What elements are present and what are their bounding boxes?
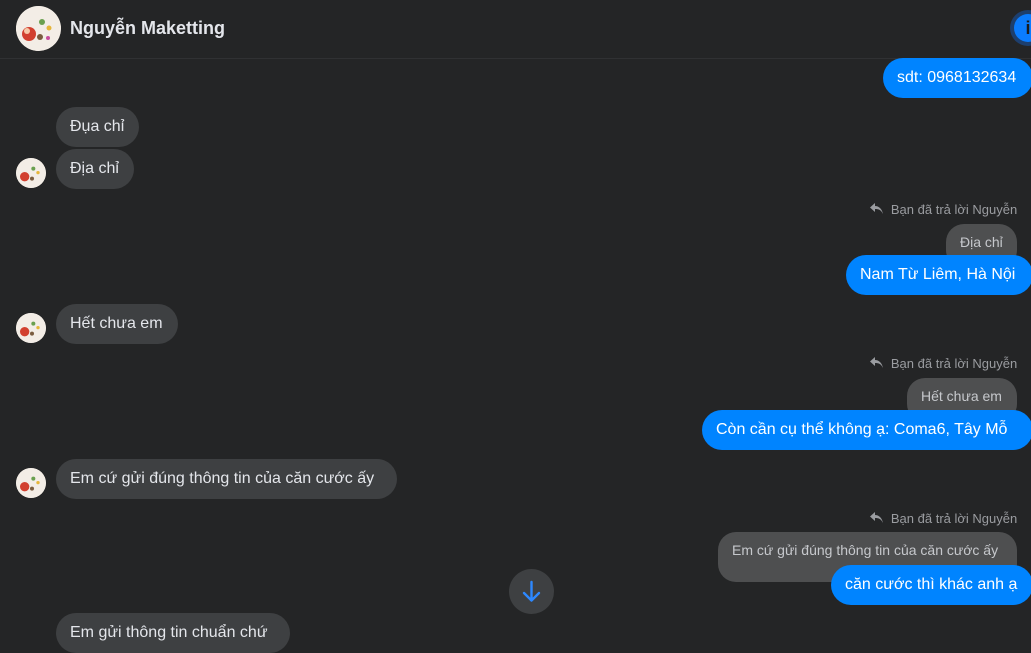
reply-indicator: Bạn đã trả lời Nguyễn (870, 355, 1017, 371)
arrow-down-icon (522, 580, 541, 602)
outgoing-message[interactable]: sdt: 0968132634 (883, 58, 1031, 98)
outgoing-message[interactable]: Nam Từ Liêm, Hà Nội (846, 255, 1031, 295)
reply-indicator-text: Bạn đã trả lời Nguyễn (890, 511, 1018, 526)
reply-arrow-icon (870, 201, 887, 217)
incoming-message[interactable]: Em cứ gửi đúng thông tin của căn cước ấy (56, 459, 397, 499)
incoming-message[interactable]: Hết chưa em (56, 304, 178, 344)
reply-arrow-icon (870, 510, 887, 526)
reply-indicator: Bạn đã trả lời Nguyễn (870, 201, 1017, 217)
chat-header: Nguyễn Maketting i (0, 0, 1031, 59)
reply-indicator-text: Bạn đã trả lời Nguyễn (890, 202, 1018, 217)
outgoing-message[interactable]: căn cước thì khác anh ạ (831, 565, 1031, 605)
incoming-message[interactable]: Địa chỉ (56, 149, 134, 189)
contact-name[interactable]: Nguyễn Maketting (70, 18, 225, 39)
reply-arrow-icon (870, 355, 887, 371)
contact-avatar-small[interactable] (16, 468, 46, 498)
outgoing-message[interactable]: Còn cần cụ thể không ạ: Coma6, Tây Mỗ (702, 410, 1031, 450)
scroll-to-bottom-button[interactable] (509, 569, 554, 614)
contact-avatar-small[interactable] (16, 313, 46, 343)
incoming-message[interactable]: Đụa chỉ (56, 107, 139, 147)
contact-avatar-small[interactable] (16, 158, 46, 188)
contact-avatar[interactable] (16, 6, 61, 51)
reply-indicator-text: Bạn đã trả lời Nguyễn (890, 356, 1018, 371)
incoming-message[interactable]: Em gửi thông tin chuẩn chứ (56, 613, 290, 653)
reply-indicator: Bạn đã trả lời Nguyễn (870, 510, 1017, 526)
